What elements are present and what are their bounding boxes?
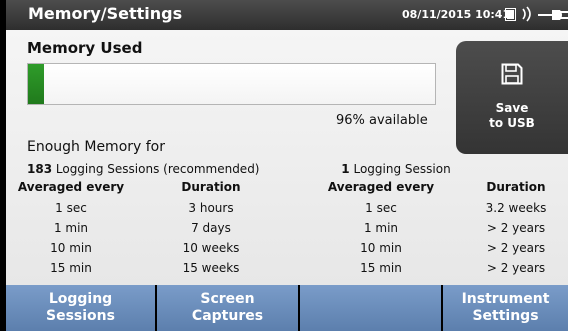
memory-used-title: Memory Used [27, 39, 143, 57]
single-session-caption: 1 Logging Session [296, 160, 496, 179]
battery-icon [505, 8, 516, 21]
wireless-icon [522, 6, 531, 22]
memory-panel: Memory Used 96% available Save to USB En… [6, 30, 568, 285]
single-session-table: 1 Logging Session Averaged every Duratio… [296, 160, 568, 285]
tab-label-line2: Settings [472, 308, 539, 324]
memory-available-label: 96% available [336, 113, 428, 128]
single-session-caption-text: Logging Session [349, 162, 451, 176]
save-to-usb-button[interactable]: Save to USB [456, 41, 568, 154]
memory-usage-fill [28, 64, 45, 104]
table-cell: 10 min [360, 241, 402, 255]
table-cell: 7 days [191, 221, 231, 235]
tab-label-line1: Instrument [461, 291, 550, 307]
memory-settings-screen: Memory/Settings 08/11/2015 10:41 Memory … [6, 0, 568, 331]
tab-logging-sessions[interactable]: Logging Sessions [6, 285, 155, 331]
table-cell: 1 sec [55, 201, 87, 215]
tab-label-line2: Sessions [46, 308, 115, 324]
recommended-sessions-caption: 183 Logging Sessions (recommended) [27, 160, 260, 179]
recommended-sessions-caption-text: Logging Sessions (recommended) [52, 162, 260, 176]
table-cell: 1 min [53, 221, 89, 235]
table-cell: > 2 years [486, 241, 546, 255]
tab-label-line1: Logging [48, 291, 113, 307]
tab-instrument-settings[interactable]: Instrument Settings [443, 285, 568, 331]
table-cell: 1 min [363, 221, 399, 235]
save-to-usb-label: Save to USB [456, 101, 568, 131]
table-cell: 10 weeks [182, 241, 240, 255]
table-cell: 3.2 weeks [485, 201, 547, 215]
ac-power-icon [538, 10, 568, 20]
tab-label-line1: Screen [200, 291, 255, 307]
floppy-disk-icon [501, 63, 523, 85]
averaged-every-header: Averaged every [17, 180, 125, 194]
table-cell: 10 min [50, 241, 92, 255]
duration-header: Duration [181, 180, 241, 194]
enough-memory-label: Enough Memory for [27, 139, 166, 155]
memory-usage-bar [27, 63, 436, 105]
page-title: Memory/Settings [28, 4, 183, 23]
date-time: 08/11/2015 10:41 [402, 8, 511, 21]
table-cell: 15 min [360, 261, 402, 275]
table-cell: 3 hours [188, 201, 234, 215]
single-session-count: 1 [341, 162, 350, 176]
duration-header: Duration [486, 180, 546, 194]
table-cell: 1 sec [365, 201, 397, 215]
table-cell: 15 min [50, 261, 92, 275]
tab-empty[interactable] [300, 285, 441, 331]
recommended-sessions-table: 183 Logging Sessions (recommended) Avera… [6, 160, 306, 285]
recommended-sessions-count: 183 [27, 162, 53, 176]
save-label-line1: Save [495, 101, 529, 115]
table-cell: > 2 years [486, 261, 546, 275]
softkey-bar: Logging Sessions Screen Captures Instrum… [6, 285, 568, 331]
title-bar: Memory/Settings 08/11/2015 10:41 [6, 0, 568, 30]
save-label-line2: to USB [489, 116, 535, 130]
table-cell: 15 weeks [182, 261, 240, 275]
table-cell: > 2 years [486, 221, 546, 235]
tab-screen-captures[interactable]: Screen Captures [157, 285, 298, 331]
tab-label-line2: Captures [191, 308, 264, 324]
averaged-every-header: Averaged every [327, 180, 435, 194]
